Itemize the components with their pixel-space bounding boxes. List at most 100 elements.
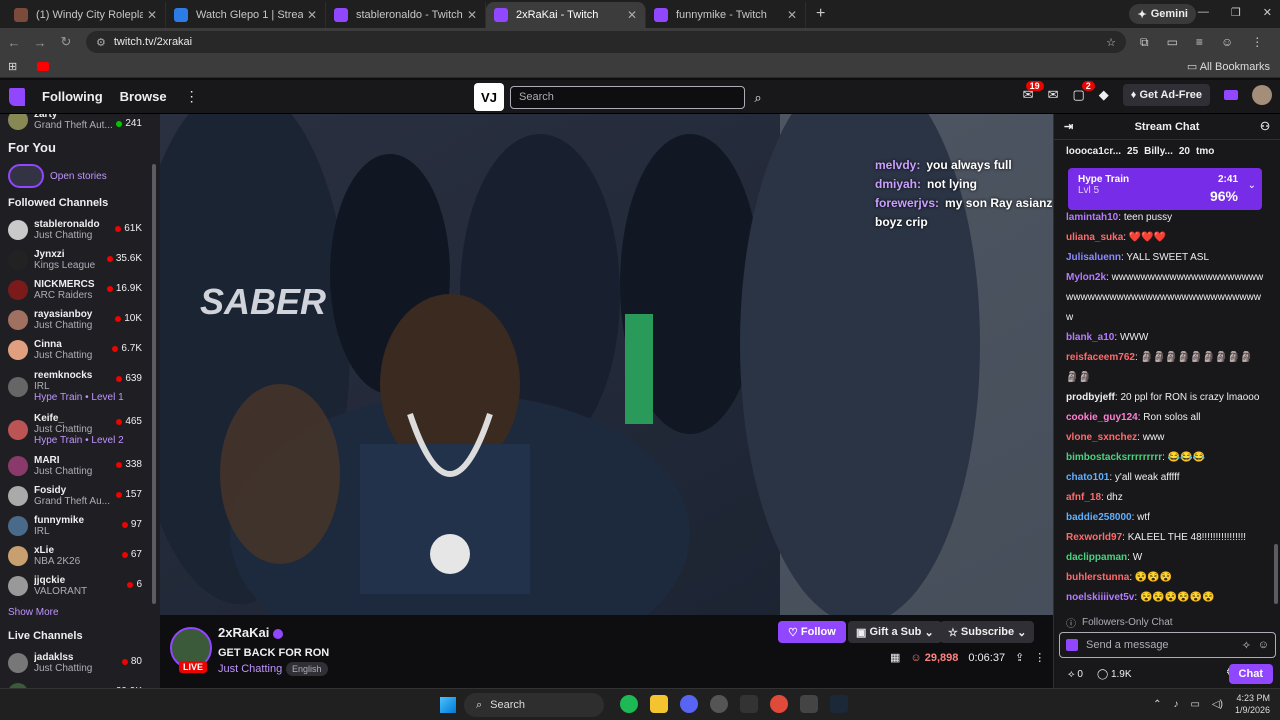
search-input[interactable]: Search: [510, 86, 745, 109]
mic-icon[interactable]: ♪: [1173, 699, 1178, 710]
user-avatar[interactable]: [1252, 85, 1272, 105]
chevron-down-icon[interactable]: ⌄: [1248, 180, 1256, 191]
sidebar-channel[interactable]: NICKMERCS ARC Raiders 16.9K: [0, 275, 160, 305]
epic-games-icon[interactable]: [740, 695, 758, 713]
chat-username[interactable]: afnf_18: [1066, 492, 1101, 503]
gift-sub-button[interactable]: ▣ Gift a Sub ⌄: [848, 621, 942, 643]
xbox-icon[interactable]: [710, 695, 728, 713]
bits-icon[interactable]: ✧: [1242, 639, 1251, 652]
chat-username[interactable]: chato101: [1066, 472, 1109, 483]
chat-username[interactable]: Mylon2k: [1066, 272, 1106, 283]
browser-tab[interactable]: 2xRaKai - Twitch ✕: [486, 2, 646, 28]
stream-category[interactable]: Just Chatting: [218, 663, 282, 675]
collapse-chat-icon[interactable]: ⇥: [1064, 120, 1073, 133]
follow-button[interactable]: ♡ Follow: [778, 621, 846, 643]
chat-username[interactable]: blank_a10: [1066, 332, 1114, 343]
get-ad-free-button[interactable]: ♦ Get Ad-Free: [1122, 84, 1210, 106]
youtube-bookmark-icon[interactable]: [37, 62, 50, 71]
video-player[interactable]: SABER melvdy: you always full dmiyah: not l…: [160, 114, 1053, 615]
emote-icon[interactable]: ☺: [1258, 639, 1269, 651]
chat-username[interactable]: bimbostacksrrrrrrrrr: [1066, 452, 1162, 463]
browser-tab[interactable]: Watch Glepo 1 | Streamable ✕: [166, 2, 326, 28]
sidebar-channel[interactable]: xLie NBA 2K26 67: [0, 541, 160, 571]
browser-tab[interactable]: funnymike - Twitch ✕: [646, 2, 806, 28]
chat-username[interactable]: uliana_suka: [1066, 232, 1123, 243]
chat-username[interactable]: Julisaluenn: [1066, 252, 1121, 263]
menu-icon[interactable]: ⋮: [1251, 35, 1263, 50]
tab-close-icon[interactable]: ✕: [467, 8, 477, 22]
hype-train[interactable]: Hype Train Lvl 5 2:41 96% ⌄: [1068, 168, 1262, 210]
sidebar-channel[interactable]: jadaklss Just Chatting 80: [0, 648, 160, 678]
sidebar-channel[interactable]: Cinna Just Chatting 6.7K: [0, 335, 160, 365]
more-options-icon[interactable]: ⋮: [1034, 651, 1045, 664]
nav-following[interactable]: Following: [42, 89, 103, 104]
sidebar-channel[interactable]: stableronaldo Just Chatting 61K: [0, 215, 160, 245]
maximize-button[interactable]: ❐: [1231, 6, 1241, 19]
discord-icon[interactable]: [680, 695, 698, 713]
site-info-icon[interactable]: ⚙: [96, 36, 106, 49]
minimize-button[interactable]: —: [1198, 6, 1209, 19]
clock[interactable]: 4:23 PM 1/9/2026: [1235, 692, 1270, 716]
tab-close-icon[interactable]: ✕: [627, 8, 637, 22]
community-icon[interactable]: ⚇: [1260, 120, 1270, 133]
spotify-icon[interactable]: [620, 695, 638, 713]
chat-username[interactable]: noelskiiiivet5v: [1066, 592, 1134, 603]
sidebar-channel[interactable]: jjqckie VALORANT 6: [0, 571, 160, 601]
close-window-button[interactable]: ✕: [1263, 6, 1272, 19]
file-explorer-icon[interactable]: [650, 695, 668, 713]
back-icon[interactable]: ←: [2, 35, 26, 50]
prime-icon[interactable]: [1224, 90, 1238, 100]
steam-icon[interactable]: [830, 695, 848, 713]
tab-close-icon[interactable]: ✕: [307, 8, 317, 22]
sidebar-scrollbar[interactable]: [152, 164, 156, 604]
apps-icon[interactable]: ⊞: [8, 60, 17, 73]
chat-username[interactable]: cookie_guy124: [1066, 412, 1138, 423]
volume-icon[interactable]: ◁): [1212, 699, 1223, 710]
network-icon[interactable]: ▭: [1190, 699, 1199, 710]
browser-tab[interactable]: (1) Windy City Roleplay ✕: [6, 2, 166, 28]
reading-list-icon[interactable]: ≡: [1196, 35, 1203, 50]
sidebar-channel[interactable]: rayasianboy Just Chatting 10K: [0, 305, 160, 335]
tab-close-icon[interactable]: ✕: [787, 8, 797, 22]
drops-icon[interactable]: ◆: [1099, 87, 1109, 103]
tab-close-icon[interactable]: ✕: [147, 8, 157, 22]
chat-username[interactable]: prodbyjeff: [1066, 392, 1115, 403]
sidebar-channel[interactable]: MARI Just Chatting 338: [0, 451, 160, 481]
vj-extension-icon[interactable]: VJ: [474, 83, 504, 111]
bookmark-star-icon[interactable]: ☆: [1106, 36, 1116, 49]
all-bookmarks[interactable]: ▭ All Bookmarks: [1187, 60, 1270, 73]
top-gifter[interactable]: loooca1cr... 25: [1066, 146, 1138, 157]
sidebar-channel[interactable]: reemknocks IRL Hype Train • Level 1 639: [0, 365, 160, 408]
nav-browse[interactable]: Browse: [120, 89, 167, 104]
start-icon[interactable]: [440, 697, 456, 713]
sidebar-channel[interactable]: zarty Grand Theft Aut... 241: [0, 114, 160, 131]
more-menu-icon[interactable]: ⋮: [185, 88, 199, 105]
tray-chevron-icon[interactable]: ⌃: [1153, 699, 1161, 710]
cast-icon[interactable]: ▭: [1167, 35, 1178, 50]
chat-username[interactable]: Rexworld97: [1066, 532, 1122, 543]
chat-scrollbar[interactable]: [1274, 544, 1278, 604]
forward-icon[interactable]: →: [28, 35, 52, 50]
app-icon[interactable]: [800, 695, 818, 713]
top-gifter[interactable]: Billy... 20: [1144, 146, 1190, 157]
open-stories[interactable]: Open stories: [0, 161, 160, 191]
profile-icon[interactable]: ☺: [1221, 35, 1233, 50]
chat-username[interactable]: baddie258000: [1066, 512, 1132, 523]
sidebar-channel[interactable]: Jynxzi Kings League 35.6K: [0, 245, 160, 275]
url-bar[interactable]: ⚙ twitch.tv/2xrakai ☆: [86, 31, 1126, 53]
chat-send-button[interactable]: Chat: [1228, 664, 1273, 684]
chat-username[interactable]: daclippaman: [1066, 552, 1127, 563]
top-gifter[interactable]: tmo: [1196, 146, 1220, 157]
chrome-icon[interactable]: [770, 695, 788, 713]
sidebar-channel[interactable]: funnymike IRL 97: [0, 511, 160, 541]
reload-icon[interactable]: ↻: [54, 34, 78, 50]
chat-username[interactable]: buhlerstunna: [1066, 572, 1129, 583]
new-tab-button[interactable]: +: [816, 5, 825, 23]
stream-tag[interactable]: English: [286, 662, 328, 676]
chat-input[interactable]: Send a message ✧ ☺: [1059, 632, 1276, 658]
sidebar-channel[interactable]: 2xRaKai29.9K: [0, 678, 160, 688]
channel-points[interactable]: ⟡ 0: [1068, 669, 1083, 680]
gemini-button[interactable]: ✦ Gemini: [1129, 4, 1196, 24]
subscribe-button[interactable]: ☆ Subscribe ⌄: [940, 621, 1035, 643]
show-more-link[interactable]: Show More: [0, 601, 160, 624]
